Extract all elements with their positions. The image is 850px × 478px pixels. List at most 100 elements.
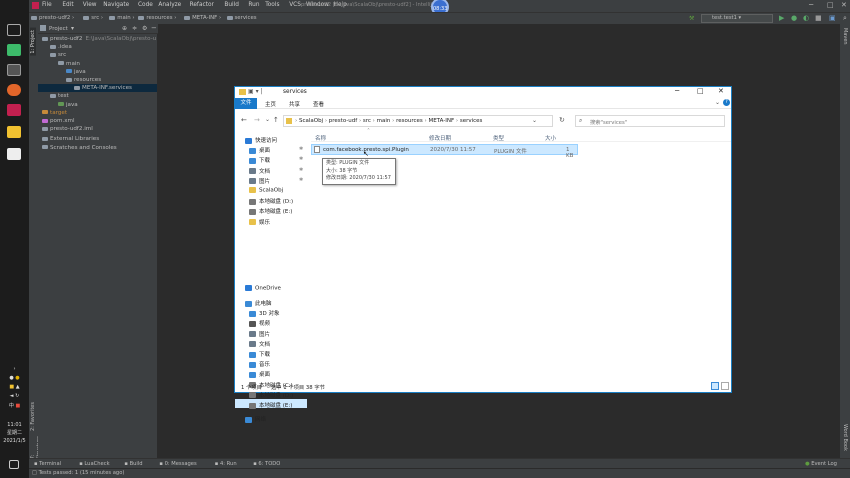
tree-item[interactable]: main: [58, 61, 80, 67]
close-button[interactable]: ✕: [841, 1, 847, 9]
breadcrumb-item[interactable]: services: [226, 15, 257, 21]
details-view-icon[interactable]: [711, 382, 719, 390]
search-everywhere-icon[interactable]: ⌕: [843, 14, 847, 23]
ribbon-tab-home[interactable]: 主页: [265, 100, 276, 108]
notepad-app-icon[interactable]: [7, 148, 21, 160]
breadcrumb-item[interactable]: main ›: [109, 15, 135, 21]
nav-item[interactable]: 网络: [245, 415, 266, 423]
ribbon-tab-file[interactable]: 文件: [235, 98, 257, 109]
mic-icon[interactable]: ●: [9, 375, 13, 381]
breadcrumb-item[interactable]: presto-udf2 ›: [31, 15, 74, 21]
address-segment[interactable]: resources: [396, 118, 423, 124]
notification-icon[interactable]: [9, 460, 19, 469]
tool-build[interactable]: ▪ Build: [124, 461, 142, 467]
nav-item[interactable]: 桌面: [249, 370, 270, 378]
menu-edit[interactable]: Edit: [62, 2, 73, 8]
clock[interactable]: 11:01 星期二 2021/1/5: [0, 421, 29, 445]
nav-item[interactable]: 快速访问: [245, 136, 277, 144]
tree-item[interactable]: java: [66, 69, 86, 75]
menu-build[interactable]: Build: [224, 2, 239, 8]
nav-item[interactable]: 娱乐: [249, 218, 270, 226]
locate-icon[interactable]: ⊕: [122, 25, 127, 32]
nav-item[interactable]: 3D 对象: [249, 309, 279, 317]
menu-tools[interactable]: Tools: [265, 2, 279, 8]
breadcrumb-item[interactable]: src ›: [83, 15, 103, 21]
tool-4-run[interactable]: ▪ 4: Run: [215, 461, 237, 467]
project-structure-icon[interactable]: ▣: [829, 14, 836, 22]
antivirus-icon[interactable]: ■: [15, 403, 20, 409]
hammer-icon[interactable]: ⚒: [689, 15, 694, 22]
shield-icon[interactable]: ●: [15, 375, 19, 381]
nav-item[interactable]: 此电脑: [245, 299, 272, 307]
menu-view[interactable]: View: [83, 2, 97, 8]
menu-refactor[interactable]: Refactor: [190, 2, 214, 8]
stop-icon[interactable]: ■: [815, 14, 822, 22]
tree-item[interactable]: .idea: [50, 44, 72, 50]
project-tool-tab[interactable]: 1: Project: [30, 28, 36, 56]
nav-item[interactable]: 文档: [249, 340, 270, 348]
recent-locations-icon[interactable]: ⌄: [265, 116, 270, 123]
column-name[interactable]: 名称: [315, 134, 326, 142]
help-icon[interactable]: ?: [723, 99, 730, 106]
search-box[interactable]: ⌕ 搜索"services": [575, 115, 725, 127]
minimize-button[interactable]: ─: [809, 1, 813, 9]
address-dropdown-icon[interactable]: ⌄: [532, 117, 537, 124]
tree-item[interactable]: presto-udf2.iml: [42, 126, 93, 132]
address-segment[interactable]: ScalaObj: [299, 118, 323, 124]
file-explorer-app-icon[interactable]: [7, 126, 21, 138]
maximize-button[interactable]: □: [827, 1, 834, 9]
nav-item[interactable]: 视频: [249, 319, 270, 327]
nav-item[interactable]: 本地磁盘 (E:): [249, 207, 292, 215]
nav-item[interactable]: 桌面 ✱: [249, 146, 303, 154]
nav-item[interactable]: 图片: [249, 330, 270, 338]
explorer-maximize-button[interactable]: □: [697, 87, 704, 95]
nav-item[interactable]: 本地磁盘 (E:): [249, 401, 292, 409]
maven-tool-tab[interactable]: Maven: [842, 28, 848, 45]
file-row[interactable]: com.facebook.presto.spi.Plugin 2020/7/30…: [311, 144, 578, 159]
intellij-app-icon[interactable]: [7, 104, 21, 116]
tree-item[interactable]: target: [42, 110, 67, 116]
menu-code[interactable]: Code: [138, 2, 153, 8]
address-segment[interactable]: presto-udf: [329, 118, 357, 124]
tree-item[interactable]: pom.xml: [42, 118, 75, 124]
menu-vcs[interactable]: VCS: [289, 2, 301, 8]
menu-navigate[interactable]: Navigate: [103, 2, 129, 8]
breadcrumb-item[interactable]: META-INF ›: [184, 15, 221, 21]
column-date[interactable]: 修改日期: [429, 134, 451, 142]
event-log-button[interactable]: ● Event Log: [805, 461, 837, 467]
nav-item[interactable]: 下载: [249, 350, 270, 358]
tree-item[interactable]: External Libraries: [42, 136, 99, 142]
image-app-icon[interactable]: [7, 64, 21, 76]
tree-item[interactable]: resources: [66, 77, 101, 83]
tree-item[interactable]: java: [58, 102, 78, 108]
up-arrow-icon[interactable]: ↑: [273, 116, 279, 124]
pin-icon[interactable]: ✱: [299, 156, 303, 162]
ribbon-expand-icon[interactable]: ⌄: [715, 99, 720, 106]
back-arrow-icon[interactable]: ←: [241, 116, 247, 124]
collapse-icon[interactable]: ≑: [132, 25, 137, 32]
tree-item[interactable]: presto-udf2 E:\Java\ScalaObj\presto-u: [42, 36, 156, 42]
run-icon[interactable]: ▶: [779, 14, 784, 22]
tool-luacheck[interactable]: ▪ LuaCheck: [79, 461, 109, 467]
run-config-select[interactable]: test.test1 ▾: [701, 14, 773, 23]
address-segment[interactable]: META-INF: [428, 118, 454, 124]
ribbon-tab-view[interactable]: 查看: [313, 100, 324, 108]
favorites-tool-tab[interactable]: 2: Favorites: [30, 402, 36, 431]
tool-terminal[interactable]: ▪ Terminal: [34, 461, 61, 467]
address-segment[interactable]: main: [377, 118, 391, 124]
menu-analyze[interactable]: Analyze: [158, 2, 181, 8]
explorer-close-button[interactable]: ✕: [718, 87, 724, 95]
nav-item[interactable]: 下载 ✱: [249, 156, 303, 164]
column-type[interactable]: 类型: [493, 134, 504, 142]
tool-0-messages[interactable]: ▪ 0: Messages: [159, 461, 196, 467]
firefox-icon[interactable]: [7, 84, 21, 96]
address-segment[interactable]: services: [460, 118, 483, 124]
menu-run[interactable]: Run: [248, 2, 259, 8]
coverage-icon[interactable]: ◐: [803, 14, 809, 22]
word-book-tool-tab[interactable]: Word Book: [842, 424, 848, 451]
hide-panel-icon[interactable]: −: [151, 24, 157, 32]
nav-item[interactable]: 图片 ✱: [249, 177, 303, 185]
tree-item[interactable]: META-INF.services: [74, 85, 132, 91]
ime-indicator[interactable]: 中: [9, 403, 14, 409]
pin-icon[interactable]: ✱: [299, 146, 303, 152]
